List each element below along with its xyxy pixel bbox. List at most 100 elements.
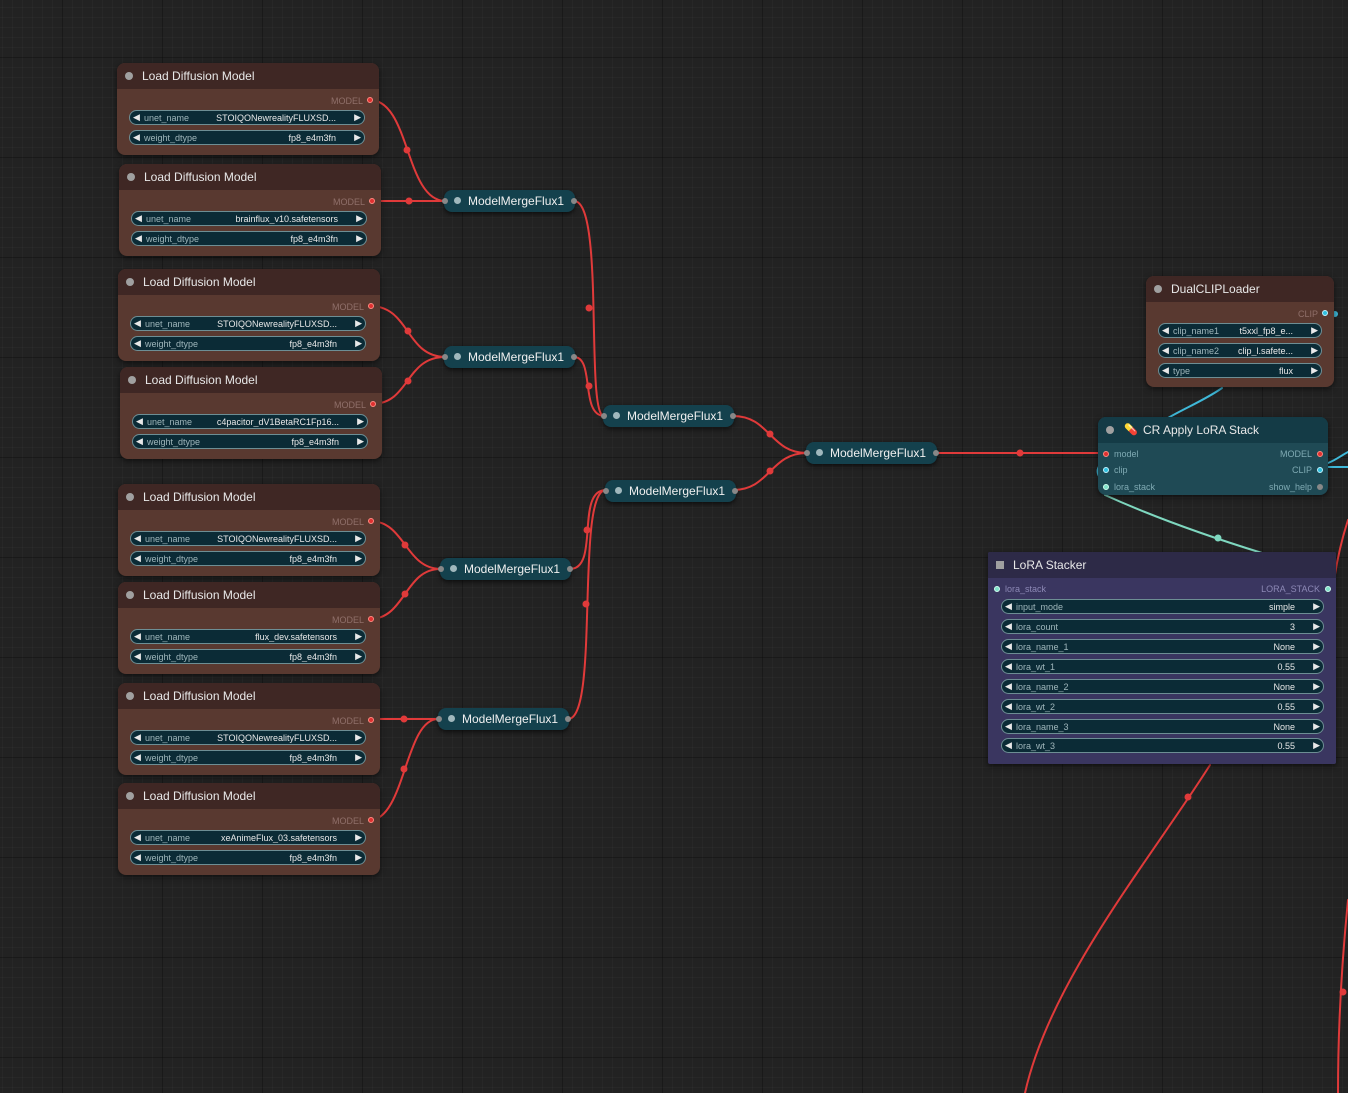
lora-stacker-node[interactable]: LoRA Stacker lora_stack LORA_STACK ◀ inpu… bbox=[988, 552, 1336, 764]
cr-apply-lora-stack-node[interactable]: 💊 CR Apply LoRA Stack model clip lora_sta… bbox=[1098, 417, 1328, 495]
arrow-left-icon[interactable]: ◀ bbox=[135, 233, 142, 244]
arrow-right-icon[interactable]: ▶ bbox=[1311, 345, 1318, 356]
output-port[interactable] bbox=[565, 716, 571, 722]
output-port[interactable] bbox=[567, 566, 573, 572]
node-title[interactable]: Load Diffusion Model bbox=[118, 783, 380, 809]
model-output-port[interactable] bbox=[367, 97, 373, 103]
model-merge-flux1-node[interactable]: ModelMergeFlux1 bbox=[603, 480, 738, 502]
arrow-right-icon[interactable]: ▶ bbox=[356, 213, 363, 224]
arrow-left-icon[interactable]: ◀ bbox=[134, 631, 141, 642]
collapse-dot-icon[interactable] bbox=[613, 412, 620, 419]
weight-dtype-combo[interactable]: ◀ weight_dtype fp8_e4m3fn ▶ bbox=[132, 434, 368, 449]
model-output-port[interactable] bbox=[368, 616, 374, 622]
arrow-right-icon[interactable]: ▶ bbox=[355, 631, 362, 642]
arrow-right-icon[interactable]: ▶ bbox=[354, 132, 361, 143]
load-diffusion-model-node[interactable]: Load Diffusion Model MODEL ◀ unet_name bra… bbox=[119, 164, 381, 256]
node-title[interactable]: Load Diffusion Model bbox=[118, 582, 380, 608]
arrow-right-icon[interactable]: ▶ bbox=[356, 233, 363, 244]
load-diffusion-model-node[interactable]: Load Diffusion Model MODEL ◀ unet_name STO… bbox=[117, 63, 379, 155]
arrow-left-icon[interactable]: ◀ bbox=[134, 852, 141, 863]
model-input-port[interactable] bbox=[1103, 451, 1109, 457]
input-port[interactable] bbox=[603, 488, 609, 494]
clip-input-port[interactable] bbox=[1103, 467, 1109, 473]
arrow-left-icon[interactable]: ◀ bbox=[134, 318, 141, 329]
clip-name1-combo[interactable]: ◀ clip_name1 t5xxl_fp8_e... ▶ bbox=[1158, 323, 1322, 338]
unet-name-combo[interactable]: ◀ unet_name flux_dev.safetensors ▶ bbox=[130, 629, 366, 644]
unet-name-combo[interactable]: ◀ unet_name c4pacitor_dV1BetaRC1Fp16... ▶ bbox=[132, 414, 368, 429]
unet-name-combo[interactable]: ◀ unet_name STOIQONewrealityFLUXSD... ▶ bbox=[129, 110, 365, 125]
collapse-dot-icon[interactable] bbox=[615, 487, 622, 494]
input-port[interactable] bbox=[442, 198, 448, 204]
arrow-right-icon[interactable]: ▶ bbox=[355, 651, 362, 662]
weight-dtype-combo[interactable]: ◀ weight_dtype fp8_e4m3fn ▶ bbox=[130, 850, 366, 865]
node-title[interactable]: Load Diffusion Model bbox=[119, 164, 381, 190]
unet-name-combo[interactable]: ◀ unet_name xeAnimeFlux_03.safetensors ▶ bbox=[130, 830, 366, 845]
arrow-right-icon[interactable]: ▶ bbox=[1311, 365, 1318, 376]
collapse-dot-icon[interactable] bbox=[454, 197, 461, 204]
arrow-right-icon[interactable]: ▶ bbox=[1313, 681, 1320, 692]
output-port[interactable] bbox=[933, 450, 939, 456]
show-help-output-port[interactable] bbox=[1317, 484, 1323, 490]
arrow-right-icon[interactable]: ▶ bbox=[357, 436, 364, 447]
input-port[interactable] bbox=[436, 716, 442, 722]
arrow-left-icon[interactable]: ◀ bbox=[134, 651, 141, 662]
model-output-port[interactable] bbox=[368, 817, 374, 823]
output-port[interactable] bbox=[571, 354, 577, 360]
node-title[interactable]: Load Diffusion Model bbox=[118, 484, 380, 510]
model-merge-flux1-node[interactable]: ModelMergeFlux1 bbox=[436, 708, 571, 730]
arrow-left-icon[interactable]: ◀ bbox=[1005, 681, 1012, 692]
arrow-right-icon[interactable]: ▶ bbox=[355, 852, 362, 863]
model-merge-flux1-node[interactable]: ModelMergeFlux1 bbox=[438, 558, 573, 580]
lora-wt-2-stepper[interactable]: ◀ lora_wt_2 0.55 ▶ bbox=[1001, 699, 1324, 714]
arrow-right-icon[interactable]: ▶ bbox=[355, 318, 362, 329]
weight-dtype-combo[interactable]: ◀ weight_dtype fp8_e4m3fn ▶ bbox=[131, 231, 367, 246]
arrow-right-icon[interactable]: ▶ bbox=[355, 533, 362, 544]
collapse-square-icon[interactable] bbox=[996, 561, 1004, 569]
load-diffusion-model-node[interactable]: Load Diffusion Model MODEL ◀ unet_name STO… bbox=[118, 484, 380, 576]
arrow-left-icon[interactable]: ◀ bbox=[1005, 641, 1012, 652]
arrow-right-icon[interactable]: ▶ bbox=[355, 553, 362, 564]
model-merge-flux1-node[interactable]: ModelMergeFlux1 bbox=[442, 190, 577, 212]
collapse-dot-icon[interactable] bbox=[126, 278, 134, 286]
lora-wt-3-stepper[interactable]: ◀ lora_wt_3 0.55 ▶ bbox=[1001, 738, 1324, 753]
lora-stack-input-port[interactable] bbox=[1103, 484, 1109, 490]
output-port[interactable] bbox=[732, 488, 738, 494]
weight-dtype-combo[interactable]: ◀ weight_dtype fp8_e4m3fn ▶ bbox=[130, 336, 366, 351]
dual-clip-loader-node[interactable]: DualCLIPLoader CLIP ◀ clip_name1 t5xxl_fp8… bbox=[1146, 276, 1334, 387]
arrow-left-icon[interactable]: ◀ bbox=[1005, 721, 1012, 732]
clip-output-port[interactable] bbox=[1317, 467, 1323, 473]
arrow-right-icon[interactable]: ▶ bbox=[355, 338, 362, 349]
input-port[interactable] bbox=[442, 354, 448, 360]
collapse-dot-icon[interactable] bbox=[450, 565, 457, 572]
arrow-left-icon[interactable]: ◀ bbox=[1005, 601, 1012, 612]
load-diffusion-model-node[interactable]: Load Diffusion Model MODEL ◀ unet_name xeA… bbox=[118, 783, 380, 875]
clip-type-combo[interactable]: ◀ type flux ▶ bbox=[1158, 363, 1322, 378]
arrow-right-icon[interactable]: ▶ bbox=[355, 752, 362, 763]
arrow-right-icon[interactable]: ▶ bbox=[1313, 740, 1320, 751]
model-output-port[interactable] bbox=[369, 198, 375, 204]
clip-output-port[interactable] bbox=[1322, 310, 1328, 316]
collapse-dot-icon[interactable] bbox=[448, 715, 455, 722]
collapse-dot-icon[interactable] bbox=[126, 591, 134, 599]
lora-name-1-combo[interactable]: ◀ lora_name_1 None ▶ bbox=[1001, 639, 1324, 654]
node-title[interactable]: LoRA Stacker bbox=[988, 552, 1336, 578]
arrow-right-icon[interactable]: ▶ bbox=[1313, 701, 1320, 712]
collapse-dot-icon[interactable] bbox=[1154, 285, 1162, 293]
lora-name-3-combo[interactable]: ◀ lora_name_3 None ▶ bbox=[1001, 719, 1324, 734]
collapse-dot-icon[interactable] bbox=[816, 449, 823, 456]
weight-dtype-combo[interactable]: ◀ weight_dtype fp8_e4m3fn ▶ bbox=[130, 551, 366, 566]
collapse-dot-icon[interactable] bbox=[128, 376, 136, 384]
lora-stack-input-port[interactable] bbox=[994, 586, 1000, 592]
arrow-left-icon[interactable]: ◀ bbox=[134, 732, 141, 743]
unet-name-combo[interactable]: ◀ unet_name brainflux_v10.safetensors ▶ bbox=[131, 211, 367, 226]
arrow-left-icon[interactable]: ◀ bbox=[134, 832, 141, 843]
arrow-left-icon[interactable]: ◀ bbox=[1162, 325, 1169, 336]
arrow-right-icon[interactable]: ▶ bbox=[1313, 621, 1320, 632]
node-title[interactable]: Load Diffusion Model bbox=[118, 683, 380, 709]
arrow-right-icon[interactable]: ▶ bbox=[355, 732, 362, 743]
arrow-left-icon[interactable]: ◀ bbox=[1162, 345, 1169, 356]
output-port[interactable] bbox=[571, 198, 577, 204]
weight-dtype-combo[interactable]: ◀ weight_dtype fp8_e4m3fn ▶ bbox=[130, 649, 366, 664]
model-output-port[interactable] bbox=[370, 401, 376, 407]
input-mode-combo[interactable]: ◀ input_mode simple ▶ bbox=[1001, 599, 1324, 614]
